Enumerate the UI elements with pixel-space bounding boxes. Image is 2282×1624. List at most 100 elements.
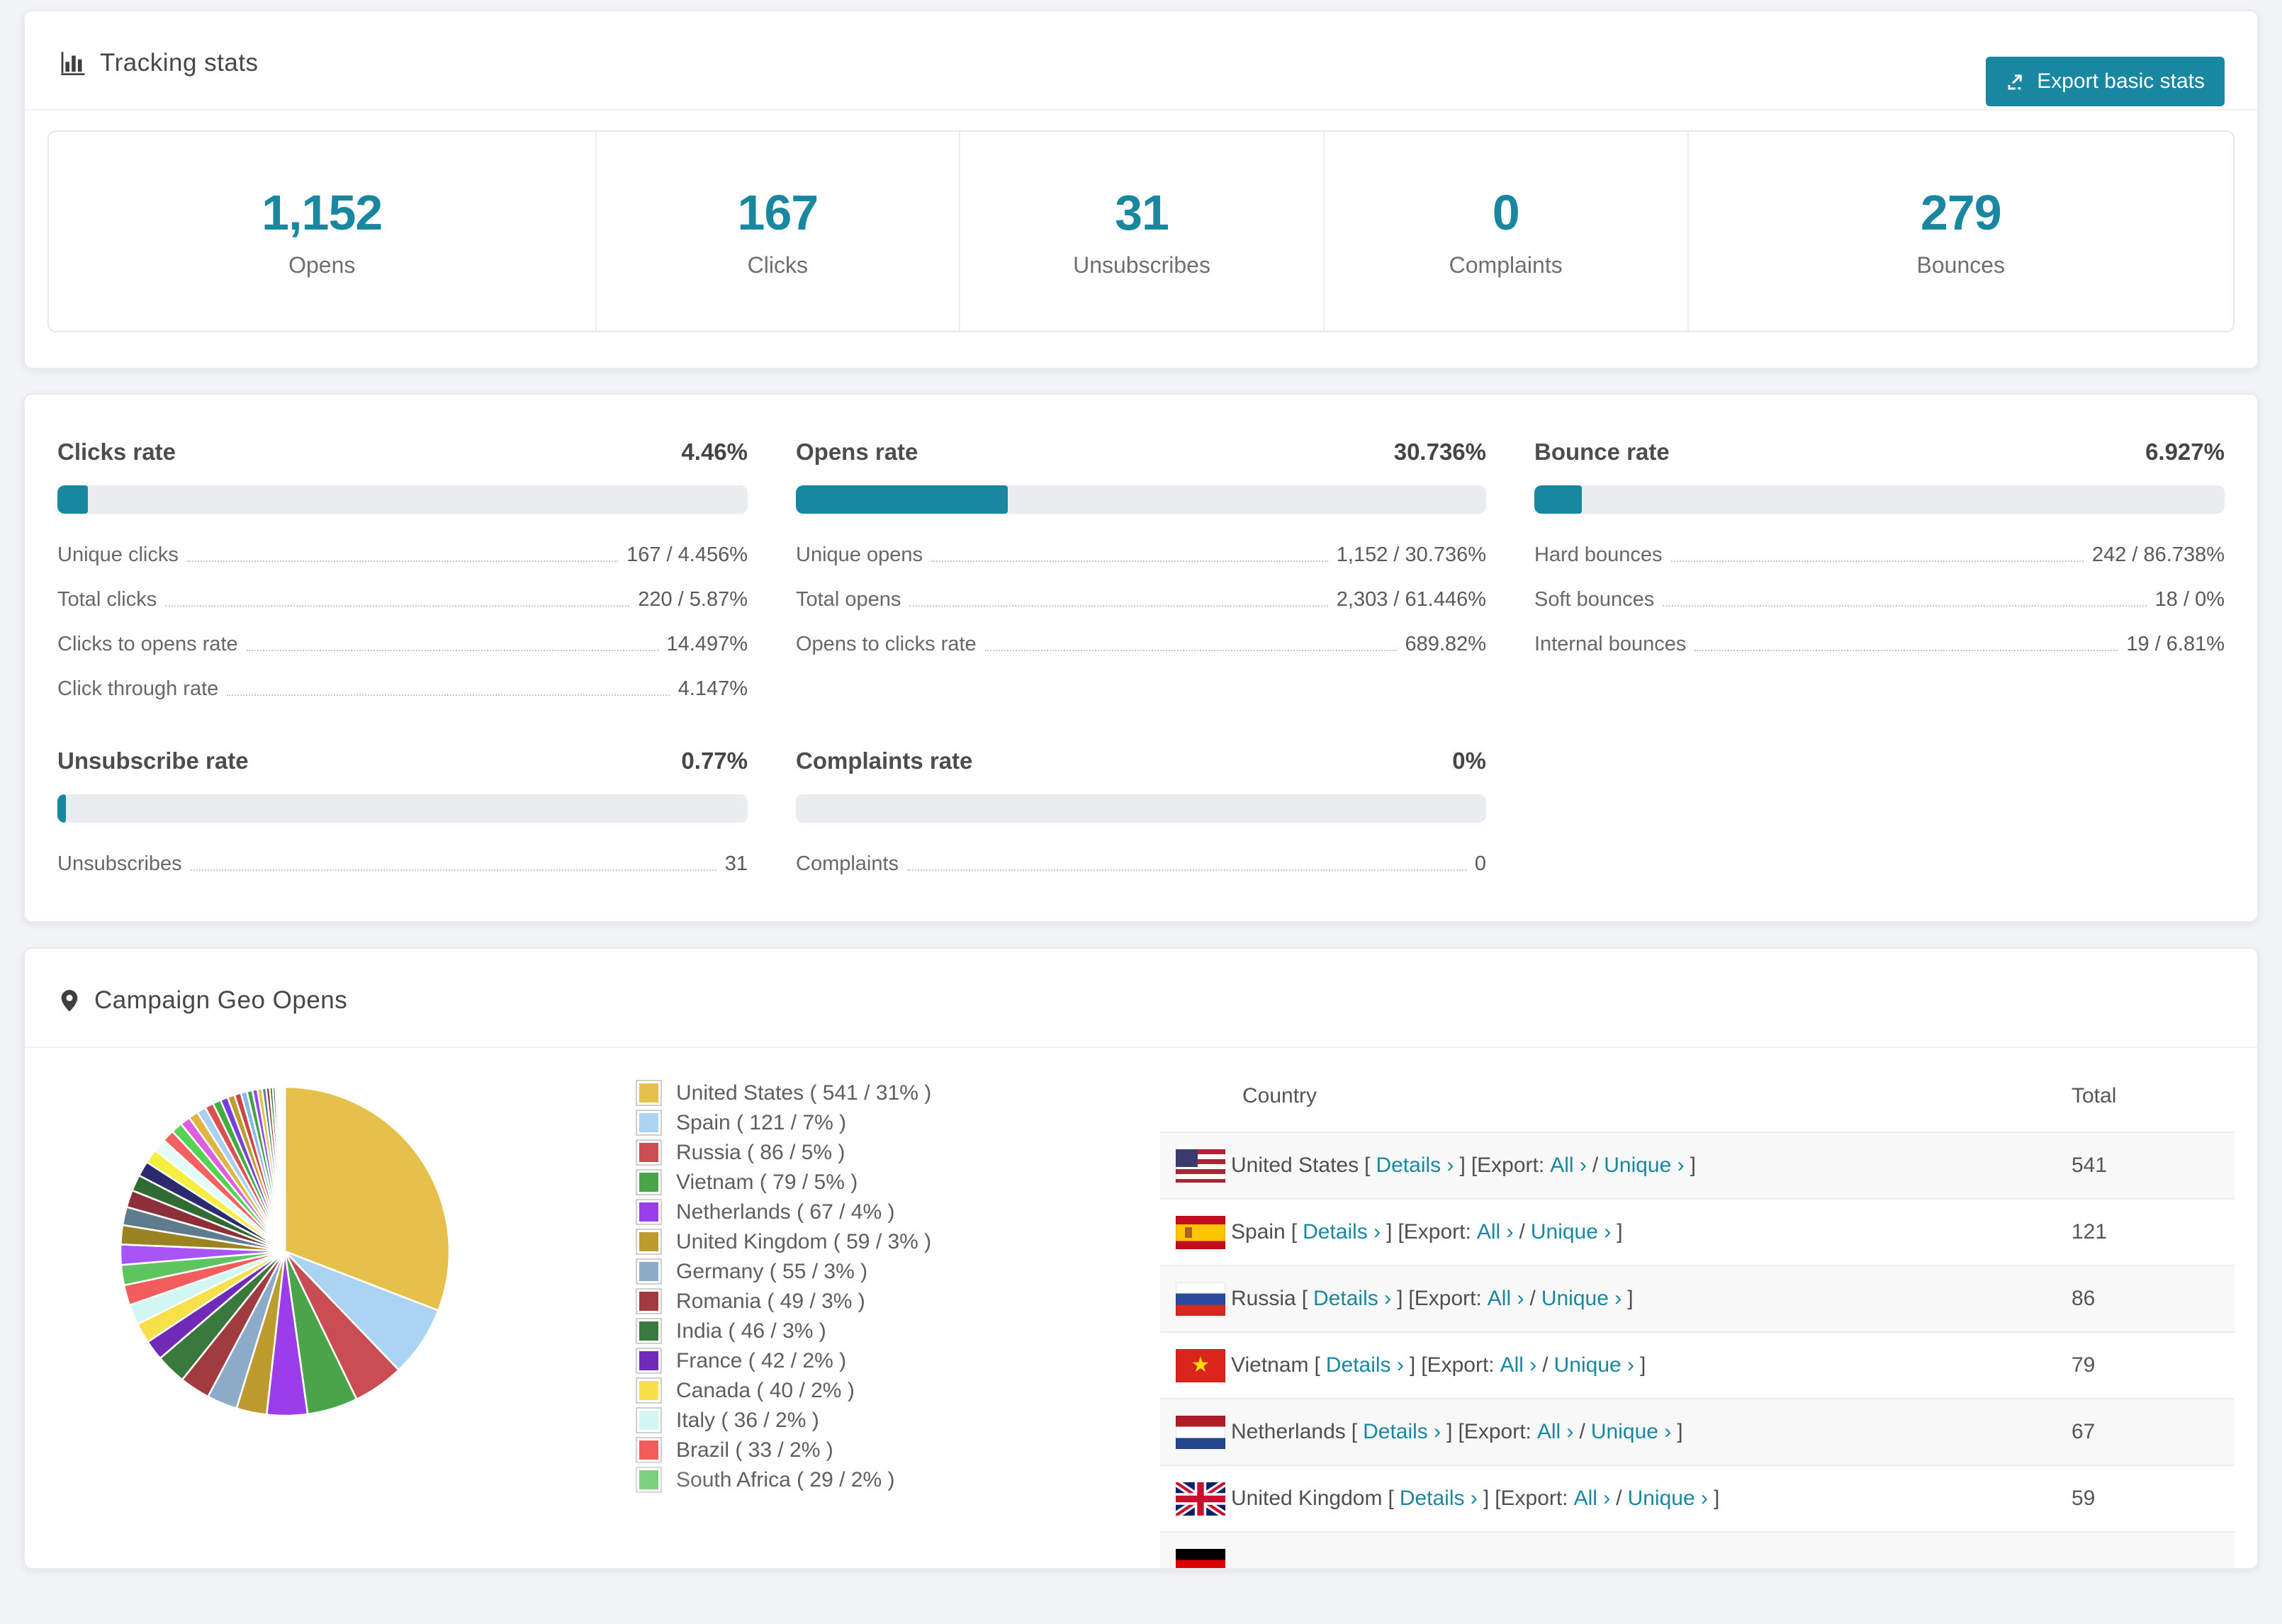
dotted-leader <box>227 694 670 696</box>
legend-item: Germany ( 55 / 3% ) <box>637 1259 931 1284</box>
clicks-rate-bar-fill <box>57 485 89 514</box>
legend-swatch <box>637 1438 661 1462</box>
export-all-link[interactable]: All › <box>1537 1420 1574 1444</box>
dotted-leader <box>246 650 658 651</box>
bounce-rate-section: Bounce rate 6.927% Hard bounces 242 / 86.… <box>1534 439 2225 701</box>
export-unique-link[interactable]: Unique › <box>1541 1287 1621 1311</box>
stat-label: Internal bounces <box>1534 633 1687 655</box>
country-total: 541 <box>2072 1154 2108 1177</box>
bracket: ] <box>1640 1353 1646 1377</box>
export-all-link[interactable]: All › <box>1550 1154 1587 1178</box>
complaints-rate-bar <box>796 794 1486 823</box>
country-total: 67 <box>2072 1420 2096 1443</box>
spain-flag-icon <box>1176 1215 1225 1249</box>
total-column-header: Total <box>2072 1084 2117 1107</box>
russia-flag-icon <box>1176 1282 1225 1316</box>
legend-item: Brazil ( 33 / 2% ) <box>637 1438 931 1462</box>
dotted-leader <box>1670 560 2084 562</box>
bracket: ] <box>1617 1220 1623 1244</box>
uk-flag-icon <box>1176 1482 1225 1516</box>
geo-opens-header: Campaign Geo Opens <box>25 949 2257 1048</box>
table-row-united-kingdom: United Kingdom [Details ›] [Export: All ›… <box>1160 1465 2235 1531</box>
legend-swatch <box>637 1468 661 1492</box>
dotted-leader <box>931 560 1328 562</box>
bracket: [ <box>1364 1154 1371 1177</box>
bounces-label: Bounces <box>1916 252 2006 278</box>
export-basic-stats-button[interactable]: Export basic stats <box>1986 57 2225 106</box>
export-unique-link[interactable]: Unique › <box>1628 1487 1708 1511</box>
legend-label: Russia ( 86 / 5% ) <box>676 1140 845 1164</box>
country-name: Spain <box>1231 1220 1286 1244</box>
slash: / <box>1529 1287 1536 1310</box>
legend-item: Vietnam ( 79 / 5% ) <box>637 1170 931 1195</box>
stat-value: 1,152 / 30.736% <box>1336 543 1486 566</box>
stat-row: Unsubscribes 31 <box>57 852 748 876</box>
slash: / <box>1592 1154 1599 1177</box>
slash: / <box>1616 1487 1622 1510</box>
details-link[interactable]: Details › <box>1376 1154 1454 1178</box>
stat-value: 2,303 / 61.446% <box>1336 588 1486 611</box>
details-link[interactable]: Details › <box>1326 1353 1404 1377</box>
opens-rate-title: Opens rate <box>796 439 918 465</box>
stat-label: Click through rate <box>57 677 219 700</box>
legend-label: Vietnam ( 79 / 5% ) <box>676 1170 858 1194</box>
legend-swatch <box>637 1141 661 1164</box>
complaints-count: 0 <box>1492 185 1520 240</box>
details-link[interactable]: Details › <box>1303 1220 1381 1244</box>
legend-label: Canada ( 40 / 2% ) <box>676 1378 855 1402</box>
opens-count: 1,152 <box>262 185 383 240</box>
bracket: ] <box>1397 1287 1403 1310</box>
opens-rate-bar-fill <box>796 485 1008 514</box>
clicks-label: Clicks <box>747 252 808 278</box>
legend-label: Italy ( 36 / 2% ) <box>676 1408 819 1432</box>
details-link[interactable]: Details › <box>1400 1487 1478 1511</box>
complaints-rate-value: 0% <box>1452 748 1486 774</box>
legend-item: Spain ( 121 / 7% ) <box>637 1110 931 1135</box>
export-all-link[interactable]: All › <box>1500 1353 1537 1377</box>
legend-item: Canada ( 40 / 2% ) <box>637 1378 931 1403</box>
stat-row: Total clicks 220 / 5.87% <box>57 588 748 611</box>
bracket: [ <box>1314 1353 1320 1377</box>
geo-table-header: Country Total <box>1160 1061 2235 1132</box>
details-link[interactable]: Details › <box>1313 1287 1391 1311</box>
stat-row: Hard bounces 242 / 86.738% <box>1534 543 2225 567</box>
legend-label: South Africa ( 29 / 2% ) <box>676 1467 895 1492</box>
export-all-link[interactable]: All › <box>1477 1220 1514 1244</box>
pie-slice-small <box>283 1086 286 1253</box>
bracket: ] <box>1446 1420 1453 1443</box>
stat-label: Soft bounces <box>1534 588 1655 611</box>
slash: / <box>1579 1420 1585 1443</box>
export-label: [Export: <box>1471 1154 1545 1177</box>
legend-label: Spain ( 121 / 7% ) <box>676 1110 847 1134</box>
country-name: Netherlands <box>1231 1420 1346 1443</box>
counter-bounces: 279 Bounces <box>1687 132 2233 331</box>
unsubscribe-rate-value: 0.77% <box>681 748 748 774</box>
legend-swatch <box>637 1200 661 1224</box>
germany-flag-icon <box>1176 1548 1225 1568</box>
bracket: ] <box>1483 1487 1490 1510</box>
legend-label: Romania ( 49 / 3% ) <box>676 1289 865 1313</box>
country-total: 59 <box>2072 1487 2096 1510</box>
export-all-link[interactable]: All › <box>1574 1487 1611 1511</box>
counter-clicks: 167 Clicks <box>595 132 960 331</box>
export-unique-link[interactable]: Unique › <box>1591 1420 1671 1444</box>
stat-value: 14.497% <box>666 633 748 655</box>
unsubscribe-rate-bar-fill <box>57 794 66 823</box>
table-row-united-states: United States [Details ›] [Export: All › /… <box>1160 1132 2235 1198</box>
dotted-leader <box>909 605 1328 607</box>
legend-swatch <box>637 1111 661 1134</box>
export-unique-link[interactable]: Unique › <box>1531 1220 1611 1244</box>
dotted-leader <box>190 869 716 871</box>
export-unique-link[interactable]: Unique › <box>1554 1353 1634 1377</box>
export-all-link[interactable]: All › <box>1488 1287 1524 1311</box>
bounces-count: 279 <box>1920 185 2002 240</box>
counter-opens: 1,152 Opens <box>49 132 595 331</box>
export-unique-link[interactable]: Unique › <box>1604 1154 1684 1178</box>
complaints-rate-title: Complaints rate <box>796 748 973 774</box>
legend-swatch <box>637 1230 661 1253</box>
legend-item: Romania ( 49 / 3% ) <box>637 1289 931 1314</box>
bracket: ] <box>1677 1420 1683 1443</box>
stat-label: Opens to clicks rate <box>796 633 977 655</box>
details-link[interactable]: Details › <box>1363 1420 1441 1444</box>
clicks-rate-value: 4.46% <box>681 439 748 465</box>
